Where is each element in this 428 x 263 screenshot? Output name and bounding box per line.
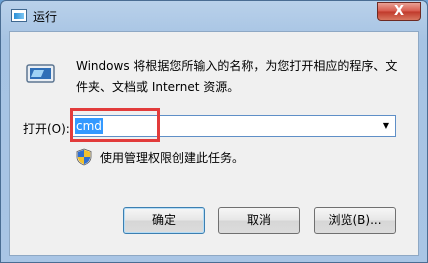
window-title: 运行 <box>33 10 58 24</box>
title-bar[interactable]: 运行 X <box>1 1 427 31</box>
chevron-down-icon[interactable]: ▼ <box>381 120 391 132</box>
ok-button[interactable]: 确定 <box>123 207 205 234</box>
admin-privilege-note: 使用管理权限创建此任务。 <box>100 151 245 165</box>
run-program-icon <box>26 64 55 83</box>
dialog-description: Windows 将根据您所输入的名称，为您打开相应的程序、文件夹、文档或 Int… <box>76 59 398 94</box>
run-dialog-icon <box>11 9 27 22</box>
run-dialog-window: 运行 X Windows 将根据您所输入的名称，为您打开相应的程序、文件夹、文档… <box>0 0 428 263</box>
cancel-button[interactable]: 取消 <box>218 207 300 234</box>
dialog-body: Windows 将根据您所输入的名称，为您打开相应的程序、文件夹、文档或 Int… <box>9 31 419 256</box>
open-label: 打开(O): <box>23 122 70 136</box>
close-button[interactable]: X <box>377 2 421 21</box>
uac-shield-icon <box>76 148 92 166</box>
highlight-box <box>70 108 160 142</box>
browse-button[interactable]: 浏览(B)... <box>314 207 396 234</box>
